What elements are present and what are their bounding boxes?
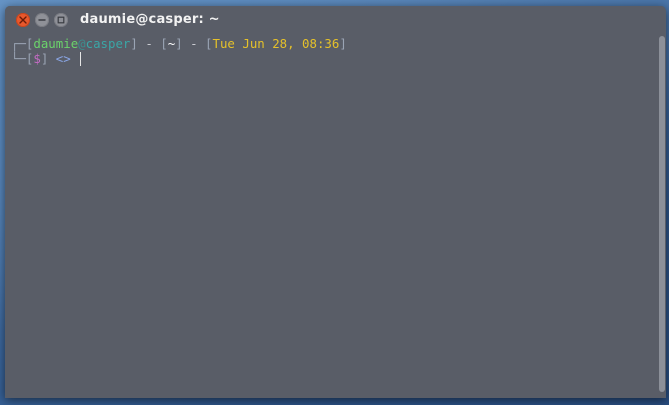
desktop-background: daumie@casper: ~ ┌─[daumie@casper] - [~]… xyxy=(0,0,669,405)
maximize-button[interactable] xyxy=(54,13,68,27)
terminal-window[interactable]: daumie@casper: ~ ┌─[daumie@casper] - [~]… xyxy=(5,6,666,398)
prompt-frame-bottom: └─ xyxy=(11,51,26,66)
dir-bracket-close: ] xyxy=(175,36,183,51)
prompt-at: @ xyxy=(78,36,86,51)
close-icon xyxy=(19,16,27,24)
prompt-date: Tue Jun 28, 08:36 xyxy=(212,36,340,51)
maximize-icon xyxy=(57,16,65,24)
prompt-host: casper xyxy=(85,36,131,51)
prompt-separator-1: - xyxy=(137,36,161,51)
title-bar[interactable]: daumie@casper: ~ xyxy=(5,6,666,34)
terminal-output[interactable]: ┌─[daumie@casper] - [~] - [Tue Jun 28, 0… xyxy=(5,34,656,398)
scrollbar[interactable] xyxy=(659,36,665,392)
window-title: daumie@casper: ~ xyxy=(80,12,220,27)
date-bracket-close: ] xyxy=(339,36,347,51)
text-cursor[interactable] xyxy=(80,52,82,66)
date-bracket-open: [ xyxy=(205,36,213,51)
prompt-arrow: <> xyxy=(48,51,79,66)
prompt-line-1: ┌─[daumie@casper] - [~] - [Tue Jun 28, 0… xyxy=(11,36,656,51)
dir-bracket-open: [ xyxy=(160,36,168,51)
minimize-button[interactable] xyxy=(35,13,49,27)
user-bracket-close: ] xyxy=(130,36,138,51)
prompt-frame-top: ┌─ xyxy=(11,36,26,51)
prompt-line-2[interactable]: └─[$] <> xyxy=(11,51,656,66)
close-button[interactable] xyxy=(16,13,30,27)
prompt-dollar: $ xyxy=(33,51,41,66)
prompt-user: daumie xyxy=(33,36,79,51)
prompt-separator-2: - xyxy=(182,36,206,51)
minimize-icon xyxy=(38,19,46,21)
